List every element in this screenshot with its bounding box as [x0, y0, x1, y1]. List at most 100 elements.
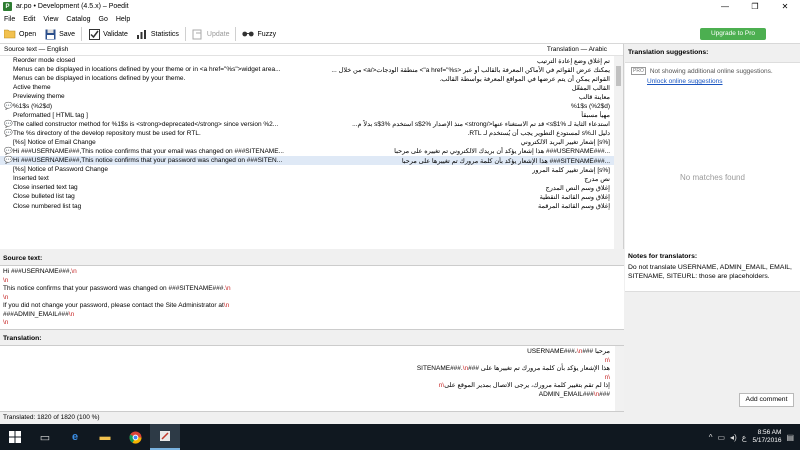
list-item[interactable]: Reorder mode closed تم إغلاق وضع إعادة ال…	[0, 56, 623, 65]
list-item[interactable]: Close inserted text tag إغلاق وسم النص ال…	[0, 183, 623, 192]
list-item[interactable]: 💬 The %s directory of the develop reposit…	[0, 129, 623, 138]
status-bar: Translated: 1820 of 1820 (100 %)	[0, 412, 800, 424]
list-scrollbar[interactable]	[614, 56, 623, 249]
translation-cell: إغلاق وسم القائمة المرقمة	[537, 203, 610, 211]
pro-badge: PRO	[631, 67, 646, 75]
list-item[interactable]: 💬 %1$s (%2$d) %1$s (%2$d)	[0, 101, 623, 110]
poedit-app-icon: P	[3, 2, 12, 11]
chrome-icon[interactable]	[120, 424, 150, 450]
language-indicator[interactable]: ع	[742, 433, 747, 442]
comment-icon: 💬	[4, 129, 13, 137]
line-text: If you did not change your password, ple…	[3, 302, 224, 309]
list-item[interactable]: Menus can be displayed in locations defi…	[0, 65, 623, 74]
line-text: مرحبا ###USERNAME###،	[527, 348, 610, 355]
add-comment-button[interactable]: Add comment	[739, 393, 794, 407]
minimize-button[interactable]: —	[710, 0, 740, 13]
close-button[interactable]: ✕	[770, 0, 800, 13]
chevron-up-icon[interactable]: ^	[709, 433, 713, 442]
folder-icon	[4, 28, 16, 40]
comment-icon	[4, 193, 11, 200]
comment-icon: 💬	[4, 157, 13, 165]
menu-go[interactable]: Go	[95, 16, 112, 23]
source-cell: Hi ###USERNAME###,This notice confirms t…	[13, 147, 284, 155]
volume-icon[interactable]: ◂)	[730, 433, 737, 442]
text-line: \n	[3, 294, 621, 303]
maximize-button[interactable]: ❐	[740, 0, 770, 13]
task-view-icon[interactable]: ▭	[30, 424, 60, 450]
translation-scrollbar[interactable]	[615, 346, 624, 411]
translation-cell: استدعاء الثابة لـ %1$s> قد تم الاستغناء …	[352, 121, 610, 129]
fuzzy-button[interactable]: Fuzzy	[238, 26, 280, 43]
translation-cell: ...###USERNAME### هذا إشعار يؤكد أن بريد…	[394, 148, 610, 156]
clock-date: 5/17/2016	[752, 437, 782, 444]
list-item[interactable]: Close bulleted list tag إغلاق وسم القائمة…	[0, 192, 623, 201]
translation-cell: يمكنك عرض القوائم في الأماكن المعرفة بال…	[331, 66, 610, 74]
scrollbar-thumb[interactable]	[616, 66, 621, 86]
start-button[interactable]	[0, 424, 30, 450]
unlock-suggestions-link[interactable]: Unlock online suggestions	[647, 78, 723, 85]
menu-catalog[interactable]: Catalog	[62, 16, 94, 23]
comment-icon	[4, 66, 11, 73]
clock[interactable]: 8:56 AM 5/17/2016	[753, 429, 782, 445]
list-item[interactable]: 💬 Hi ###USERNAME###,This notice confirms …	[0, 147, 623, 156]
bar-chart-icon	[136, 28, 148, 40]
translation-cell: ...###SITENAME### هذا الإشعار يؤكد بأن ك…	[401, 157, 610, 165]
source-cell: [%s] Notice of Password Change	[13, 166, 109, 174]
comment-icon	[4, 184, 11, 191]
source-text-view: Hi ###USERNAME###,\n \n This notice confir…	[0, 265, 624, 330]
list-item[interactable]: Previewing theme معاينة قالب	[0, 92, 623, 101]
notes-title: Notes for translators:	[628, 253, 698, 260]
source-cell: Active theme	[13, 84, 51, 92]
text-line: \n	[3, 277, 621, 286]
comment-icon	[4, 84, 11, 91]
validate-button[interactable]: Validate	[84, 26, 132, 43]
menu-view[interactable]: View	[39, 16, 62, 23]
not-showing-text: Not showing additional online suggestion…	[649, 67, 773, 75]
upgrade-to-pro-button[interactable]: Upgrade to Pro	[700, 28, 766, 40]
translation-editor[interactable]: مرحبا ###USERNAME###،\n \n هذا الإشعار يؤك…	[0, 345, 624, 412]
menu-edit[interactable]: Edit	[19, 16, 39, 23]
menu-file[interactable]: File	[0, 16, 19, 23]
list-item[interactable]: [%s] Notice of Password Change [%s] إشعار…	[0, 165, 623, 174]
statistics-button[interactable]: Statistics	[132, 26, 183, 43]
line-text: ###ADMIN_EMAIL###	[538, 390, 610, 398]
update-button[interactable]: Update	[188, 26, 234, 43]
comment-icon: 💬	[4, 102, 13, 110]
edge-browser-icon[interactable]: e	[60, 424, 90, 450]
list-item[interactable]: [%s] Notice of Email Change [%s] إشعار تغ…	[0, 138, 623, 147]
suggestions-title: Translation suggestions:	[628, 49, 709, 56]
list-item[interactable]: Active theme القالب المفعّل	[0, 83, 623, 92]
list-item[interactable]: Inserted text نص مدرج	[0, 174, 623, 183]
source-column-header[interactable]: Source text — English	[4, 46, 68, 53]
list-item[interactable]: Preformatted [ HTML tag ] مهيأ مسبقاً	[0, 111, 623, 120]
save-button[interactable]: Save	[40, 26, 79, 43]
line-text: ###ADMIN_EMAIL###	[3, 310, 69, 318]
comment-icon	[4, 139, 11, 146]
list-item[interactable]: Close numbered list tag إغلاق وسم القائمة…	[0, 202, 623, 211]
list-item[interactable]: 💬 Hi ###USERNAME###,This notice confirms …	[0, 156, 623, 166]
source-cell: Reorder mode closed	[13, 57, 76, 65]
translation-cell: القالب المفعّل	[571, 84, 610, 92]
source-cell: Close inserted text tag	[13, 184, 78, 192]
update-label: Update	[206, 30, 230, 38]
translation-cell: [%s] إشعار تغيير كلمة المرور	[532, 166, 610, 174]
translation-list[interactable]: Source text — English Translation — Arab…	[0, 44, 624, 249]
list-item[interactable]: Menus can be displayed in locations defi…	[0, 74, 623, 83]
translation-cell: نص مدرج	[584, 175, 610, 183]
file-explorer-icon[interactable]: ▬	[90, 424, 120, 450]
notification-icon[interactable]: ▤	[786, 433, 794, 442]
list-header: Source text — English Translation — Arab…	[0, 44, 623, 56]
poedit-taskbar-icon[interactable]	[150, 424, 180, 450]
glasses-icon	[242, 28, 255, 40]
open-button[interactable]: Open	[0, 26, 40, 43]
line-text: إذا لم تقم بتغيير كلمة مرورك، يرجى الاتص…	[444, 382, 610, 389]
toolbar: Open Save Validate Statistics Update Fuz…	[0, 25, 800, 44]
translation-column-header[interactable]: Translation — Arabic	[547, 46, 607, 53]
side-panel: Translation suggestions: PRO Not showing…	[625, 44, 800, 407]
newline-escape: \n	[71, 268, 77, 275]
network-icon[interactable]: ▭	[717, 433, 725, 442]
menu-help[interactable]: Help	[112, 16, 134, 23]
window-title: ar.po • Development (4.5.x) – Poedit	[16, 3, 129, 10]
open-label: Open	[19, 30, 37, 38]
list-item[interactable]: 💬 The called constructor method for %1$s …	[0, 120, 623, 129]
